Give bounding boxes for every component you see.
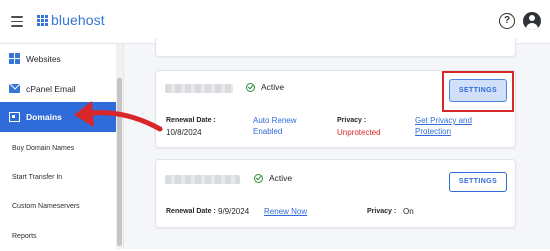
sidebar-item-domains[interactable]: Domains: [0, 102, 116, 132]
domain-card-partial: [155, 38, 516, 57]
auto-renew-status-link[interactable]: Enabled: [253, 127, 282, 136]
sidebar-scrollbar-thumb[interactable]: [117, 78, 122, 246]
sidebar-item-cpanel-email[interactable]: cPanel Email: [0, 74, 116, 104]
sidebar-subitem-buy-domain-names[interactable]: Buy Domain Names: [0, 133, 116, 163]
sidebar-subitem-label: Start Transfer In: [12, 173, 63, 181]
domain-name-blurred: [165, 84, 233, 93]
renewal-date-label: Renewal Date :: [166, 208, 216, 215]
privacy-label: Privacy :: [337, 117, 367, 124]
domain-icon: [9, 112, 20, 122]
sidebar-item-label: cPanel Email: [26, 84, 76, 94]
sidebar-item-label: Domains: [26, 112, 62, 122]
renewal-date-value: 9/9/2024: [218, 207, 250, 216]
sidebar-item-label: Websites: [26, 54, 61, 64]
mail-icon: [9, 84, 20, 93]
privacy-value: Unprotected: [337, 128, 381, 137]
help-icon[interactable]: ?: [499, 13, 515, 29]
bluehost-logo-icon: [37, 15, 48, 26]
hamburger-menu-icon[interactable]: [11, 16, 23, 27]
check-circle-icon: [254, 174, 263, 183]
sidebar-subitem-custom-nameservers[interactable]: Custom Nameservers: [0, 191, 116, 221]
sidebar-item-websites[interactable]: Websites: [0, 44, 116, 74]
sidebar-subitem-label: Buy Domain Names: [12, 144, 75, 152]
domain-status: Active: [269, 173, 293, 183]
get-privacy-link-line2[interactable]: Protection: [415, 127, 451, 136]
sidebar-subitem-start-transfer-in[interactable]: Start Transfer In: [0, 162, 116, 192]
domain-status: Active: [261, 82, 285, 92]
renewal-date-label: Renewal Date :: [166, 117, 216, 124]
sidebar-subitem-label: Custom Nameservers: [12, 202, 80, 210]
account-avatar-icon[interactable]: [523, 12, 541, 30]
sidebar-subitem-label: Reports: [12, 232, 37, 240]
auto-renew-link[interactable]: Auto Renew: [253, 116, 297, 125]
brand-name: bluehost: [51, 12, 105, 28]
renew-now-link[interactable]: Renew Now: [264, 207, 307, 216]
renewal-date-value: 10/8/2024: [166, 128, 202, 137]
get-privacy-link[interactable]: Get Privacy and: [415, 116, 472, 125]
privacy-label: Privacy :: [367, 208, 397, 215]
domain-name-blurred: [165, 175, 240, 184]
sidebar-subitem-reports[interactable]: Reports: [0, 221, 116, 251]
domain-card: [155, 159, 516, 228]
privacy-value: On: [403, 207, 414, 216]
annotation-highlight-box: [442, 71, 514, 112]
settings-button[interactable]: SETTINGS: [449, 172, 507, 192]
check-circle-icon: [246, 83, 255, 92]
grid-icon: [9, 53, 20, 64]
